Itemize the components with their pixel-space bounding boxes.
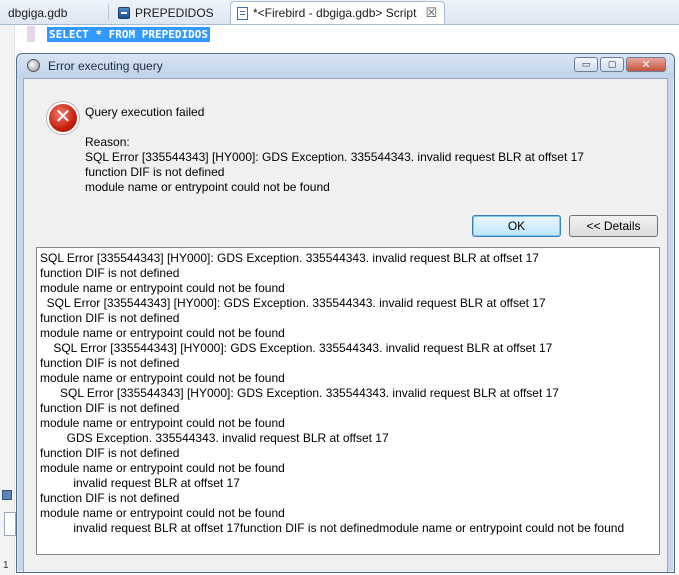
detail-line: function DIF is not defined (40, 446, 180, 460)
current-line-marker (27, 26, 35, 42)
maximize-button[interactable]: ▢ (600, 57, 624, 72)
minimize-button[interactable]: ▭ (574, 57, 598, 72)
detail-line: SQL Error [335544343] [HY000]: GDS Excep… (40, 341, 553, 355)
detail-line: invalid request BLR at offset 17 (40, 476, 240, 490)
error-heading: Query execution failed (85, 105, 205, 119)
dialog-title: Error executing query (48, 59, 163, 73)
detail-line: function DIF is not defined (40, 311, 180, 325)
error-dialog: Error executing query ▭ ▢ ✕ ✕ Query exec… (16, 53, 675, 573)
detail-line: SQL Error [335544343] [HY000]: GDS Excep… (40, 386, 559, 400)
close-button[interactable]: ✕ (626, 57, 666, 72)
detail-line: function DIF is not defined (40, 266, 180, 280)
detail-line: GDS Exception. 335544343. invalid reques… (40, 431, 389, 445)
details-button[interactable]: << Details (569, 215, 658, 237)
app-icon (27, 59, 40, 72)
detail-line: function DIF is not defined (40, 491, 180, 505)
detail-line: SQL Error [335544343] [HY000]: GDS Excep… (40, 296, 546, 310)
sql-statement[interactable]: SELECT * FROM PREPEDIDOS (47, 27, 210, 42)
detail-line: module name or entrypoint could not be f… (40, 326, 285, 340)
window-controls: ▭ ▢ ✕ (572, 57, 666, 72)
reason-line: SQL Error [335544343] [HY000]: GDS Excep… (85, 150, 584, 164)
grid-icon[interactable] (2, 490, 12, 500)
ok-button[interactable]: OK (472, 215, 561, 237)
detail-line: module name or entrypoint could not be f… (40, 506, 285, 520)
script-icon (237, 6, 248, 20)
close-tab-icon[interactable]: ☒ (425, 5, 437, 21)
detail-line: SQL Error [335544343] [HY000]: GDS Excep… (40, 251, 539, 265)
detail-line: module name or entrypoint could not be f… (40, 461, 285, 475)
detail-line: module name or entrypoint could not be f… (40, 371, 285, 385)
reason-line: function DIF is not defined (85, 165, 225, 179)
tab-label: PREPEDIDOS (135, 5, 214, 20)
tab-label: *<Firebird - dbgiga.gdb> Script (253, 6, 417, 20)
reason-label: Reason: (85, 135, 130, 149)
side-panel-box[interactable] (4, 512, 16, 536)
detail-line: function DIF is not defined (40, 401, 180, 415)
tab-label: dbgiga.gdb (8, 5, 68, 20)
error-icon: ✕ (47, 102, 79, 134)
table-icon (118, 6, 130, 19)
detail-line: invalid request BLR at offset 17function… (40, 521, 625, 535)
tab-firebird-script[interactable]: *<Firebird - dbgiga.gdb> Script ☒ (230, 1, 445, 24)
line-number: 1 (3, 560, 9, 571)
details-text-area[interactable]: SQL Error [335544343] [HY000]: GDS Excep… (36, 247, 660, 555)
detail-line: module name or entrypoint could not be f… (40, 281, 285, 295)
dialog-body: ✕ Query execution failed Reason: SQL Err… (23, 78, 668, 572)
detail-line: function DIF is not defined (40, 356, 180, 370)
detail-line: module name or entrypoint could not be f… (40, 416, 285, 430)
dialog-title-bar[interactable]: Error executing query ▭ ▢ ✕ (17, 54, 674, 78)
editor-tab-bar: dbgiga.gdb PREPEDIDOS *<Firebird - dbgig… (0, 0, 679, 25)
reason-line: module name or entrypoint could not be f… (85, 180, 330, 194)
tab-prepedidos[interactable]: PREPEDIDOS (112, 2, 220, 23)
tab-dbgiga[interactable]: dbgiga.gdb (2, 2, 73, 23)
tab-separator (108, 4, 109, 20)
